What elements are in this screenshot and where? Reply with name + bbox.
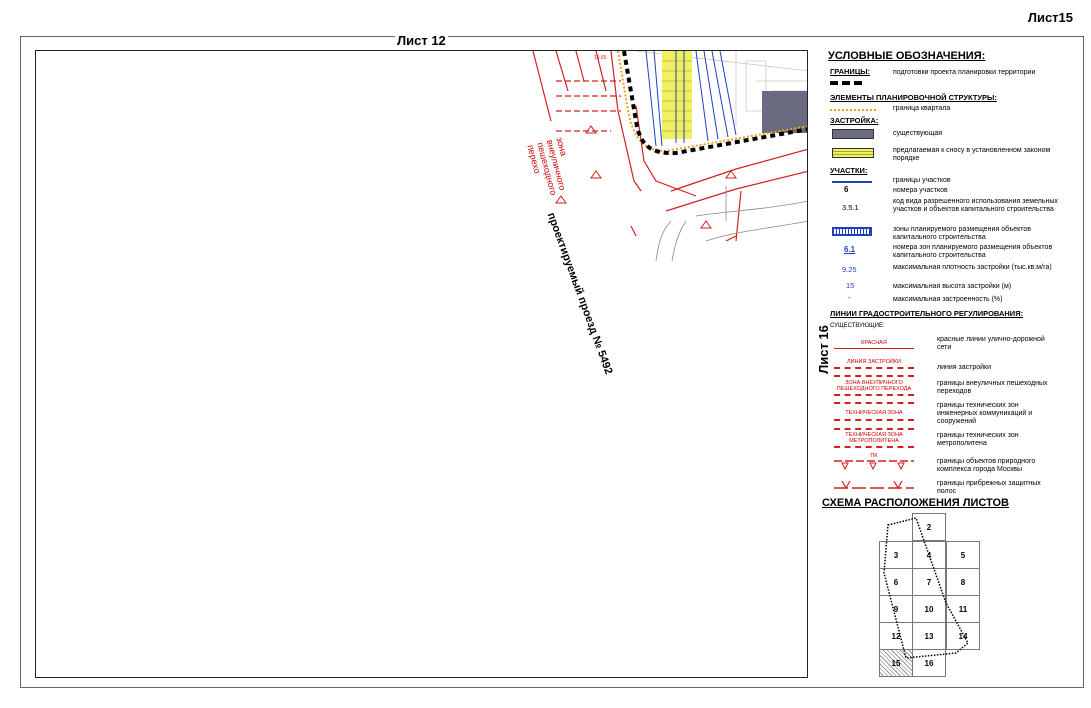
- plot-boundary-symbol: [832, 181, 872, 183]
- nature-boundary-marks: [555, 125, 737, 229]
- legend-title: УСЛОВНЫЕ ОБОЗНАЧЕНИЯ:: [828, 50, 986, 62]
- scheme-boundary: [883, 517, 969, 659]
- legend-building-existing: существующая: [893, 130, 943, 137]
- legend-existing-label: СУЩЕСТВУЮЩИЕ:: [830, 323, 885, 329]
- legend-plots-boundaries: границы участков: [893, 177, 951, 184]
- tech-zone-symbol-label: ТЕХНИЧЕСКАЯ ЗОНА: [845, 410, 903, 416]
- coverage-symbol: -: [848, 293, 851, 302]
- legend-density: максимальная плотность застройки (тыс.кв…: [893, 264, 1052, 271]
- legend-coastal: границы прибрежных защитных полос: [937, 480, 1041, 495]
- existing-building: [762, 91, 807, 133]
- red-line-symbol: [834, 348, 914, 349]
- nature-symbol: [834, 460, 914, 471]
- coastal-symbol: [834, 480, 914, 490]
- legend-metro: границы технических зон метрополитена: [937, 432, 1019, 447]
- legend-building-line: линия застройки: [937, 364, 991, 371]
- tech-zone-symbol-top: [834, 402, 914, 404]
- zone-number-symbol: 6.1: [844, 245, 856, 254]
- density-symbol: 9.25: [842, 265, 857, 274]
- metro-zone-symbol-bottom: [834, 446, 914, 448]
- legend-zones: зоны планируемого размещения объектов ка…: [893, 226, 1032, 241]
- legend-zone-number: номера зон планируемого размещения объек…: [893, 244, 1053, 259]
- use-code-symbol: 3.5.1: [842, 203, 859, 212]
- project-boundary-symbol: [830, 81, 862, 85]
- legend-boundaries-title: ГРАНИЦЫ:: [830, 67, 871, 76]
- crossing-symbol-bottom: [834, 394, 914, 396]
- legend-elements-text: граница квартала: [893, 105, 951, 112]
- sheet-scheme: 2 3 4 5 6 7 8 9 10 11 12 13 14 15 16: [876, 513, 982, 679]
- map-drawing: 15.65: [532, 51, 807, 262]
- map-canvas[interactable]: 15.65 проектируемый проезд № 5492 зона в…: [35, 50, 808, 678]
- legend-crossing: границы внеуличных пешеходных переходов: [937, 380, 1048, 395]
- legend-regulation-title: ЛИНИИ ГРАДОСТРОИТЕЛЬНОГО РЕГУЛИРОВАНИЯ:: [830, 309, 1024, 318]
- adjacent-sheet-top[interactable]: Лист 12: [395, 33, 448, 48]
- legend-plot-number: номера участков: [893, 187, 948, 194]
- building-line-symbol: [834, 367, 914, 369]
- legend-tech: границы технических зон инженерных комму…: [937, 402, 1033, 425]
- sheet-scheme-title: СХЕМА РАСПОЛОЖЕНИЯ ЛИСТОВ: [822, 497, 1009, 509]
- road-edges: [655, 186, 807, 262]
- tech-zone-symbol-bottom: [834, 419, 914, 421]
- legend-boundaries-text: подготовки проекта планировки территории: [893, 69, 1036, 76]
- legend-panel: УСЛОВНЫЕ ОБОЗНАЧЕНИЯ: ГРАНИЦЫ: подготовк…: [820, 50, 1082, 520]
- crossing-symbol-top: [834, 375, 914, 377]
- legend-building-title: ЗАСТРОЙКА:: [830, 116, 879, 125]
- metro-zone-symbol-top: [834, 428, 914, 430]
- legend-plots-title: УЧАСТКИ:: [830, 166, 868, 175]
- legend-elements-title: ЭЛЕМЕНТЫ ПЛАНИРОВОЧНОЙ СТРУКТУРЫ:: [830, 93, 997, 102]
- sheet-number: Лист15: [1027, 10, 1073, 25]
- crossing-symbol-label: ЗОНА ВНЕУЛИЧНОГО ПЕШЕХОДНОГО ПЕРЕХОДА: [836, 380, 912, 392]
- existing-building-symbol: [832, 129, 874, 139]
- legend-nature: границы объектов природного комплекса го…: [937, 458, 1036, 473]
- legend-building-demolish: предлагаемая к сносу в установленном зак…: [893, 147, 1051, 162]
- building-line-symbol-label: ЛИНИЯ ЗАСТРОЙКИ: [847, 359, 901, 365]
- red-line-symbol-label: КРАСНАЯ: [861, 340, 887, 346]
- demolish-building-symbol: [832, 148, 874, 158]
- legend-use-code: код вида разрешенного использования земе…: [893, 198, 1058, 213]
- height-symbol: 15: [846, 281, 855, 290]
- planned-zone-symbol: [832, 227, 872, 236]
- quarter-boundary-symbol: [830, 109, 876, 111]
- demolish-building: [662, 51, 692, 139]
- plot-number-symbol: 6: [844, 185, 849, 194]
- metro-zone-symbol-label: ТЕХНИЧЕСКАЯ ЗОНА МЕТРОПОЛИТЕНА: [845, 432, 903, 444]
- legend-coverage: максимальная застроенность (%): [893, 296, 1003, 303]
- scale-mark: 15.65: [594, 55, 607, 61]
- legend-red-lines: красные линии улично-дорожной сети: [937, 336, 1045, 351]
- legend-height: максимальная высота застройки (м): [893, 283, 1012, 290]
